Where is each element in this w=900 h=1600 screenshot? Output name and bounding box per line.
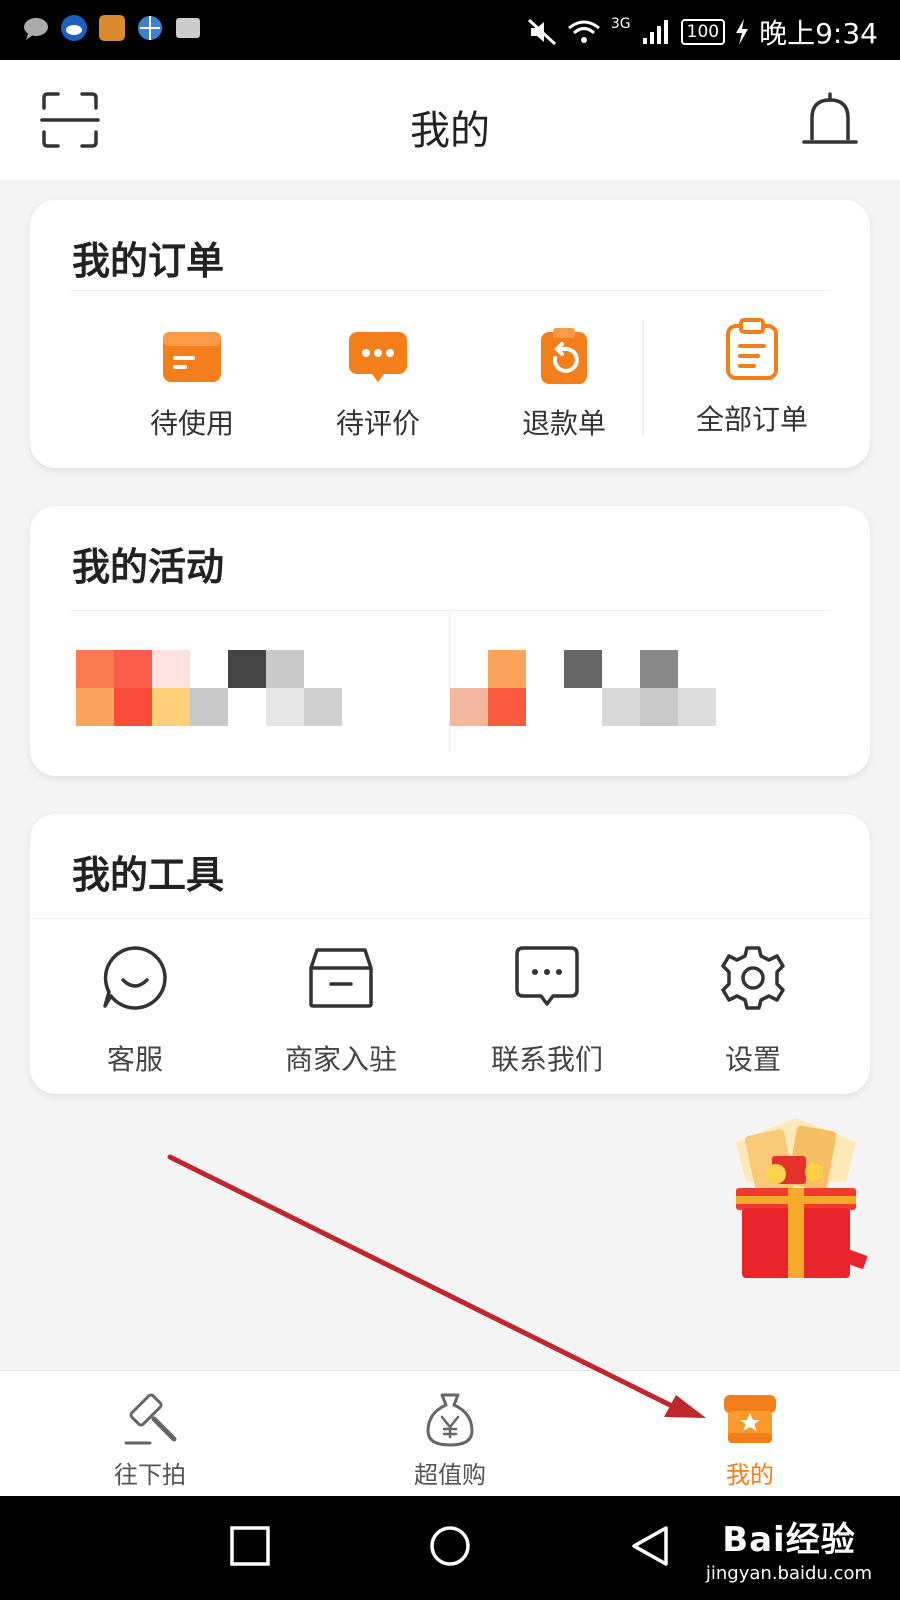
all-orders-button[interactable]: 全部订单 (652, 318, 852, 438)
card-icon (163, 332, 221, 382)
tab-bid-down[interactable]: 往下拍 (50, 1389, 250, 1490)
contact-chat-icon (515, 946, 579, 1006)
tool-contact-us[interactable]: 联系我们 (442, 944, 652, 1078)
watermark-logo: Bai经验 (722, 1520, 856, 1560)
order-label: 退款单 (521, 407, 606, 440)
tool-label: 设置 (724, 1043, 781, 1076)
tool-label: 客服 (106, 1043, 163, 1076)
weather-notification-icon (61, 15, 87, 41)
order-pending-use[interactable]: 待使用 (102, 328, 282, 442)
top-header: 我的 (0, 60, 900, 180)
home-icon[interactable] (428, 1524, 472, 1568)
mute-icon (527, 18, 556, 46)
activity-item-blurred[interactable] (76, 650, 342, 726)
browser-notification-icon (138, 16, 162, 40)
notification-icons (22, 14, 202, 42)
message-notification-icon (24, 18, 48, 40)
customer-service-icon (103, 946, 167, 1010)
activities-card: 我的活动 (30, 506, 870, 776)
network-type: 3G (610, 16, 631, 32)
settings-gear-icon (721, 946, 785, 1010)
refund-icon (541, 328, 587, 384)
order-refund[interactable]: 退款单 (474, 328, 654, 442)
tools-title: 我的工具 (72, 853, 225, 897)
all-orders-label: 全部订单 (695, 403, 808, 436)
orders-card: 我的订单 待使用 待评价 退款单 全部订单 (30, 200, 870, 468)
status-indicators: 3G 100 晚上9:34 (527, 12, 878, 52)
tool-customer-service[interactable]: 客服 (30, 944, 240, 1078)
tab-label: 超值购 (414, 1461, 486, 1489)
back-icon[interactable] (628, 1524, 672, 1568)
bottom-tab-bar: 往下拍 超值购 我的 (0, 1370, 900, 1496)
orders-title: 我的订单 (72, 239, 225, 283)
bell-icon[interactable] (800, 90, 860, 150)
gift-box-icon[interactable] (716, 1112, 876, 1292)
divider (70, 290, 830, 291)
profile-shop-icon (724, 1395, 776, 1443)
order-label: 待评价 (335, 407, 420, 440)
divider (70, 610, 830, 611)
signal-icon (642, 20, 668, 44)
page-title: 我的 (410, 108, 490, 154)
clipboard-icon (726, 318, 778, 380)
tab-label: 我的 (726, 1461, 774, 1489)
app-notification-icon (99, 15, 125, 41)
orders-separator (642, 320, 644, 436)
divider (30, 918, 870, 919)
watermark-url: jingyan.baidu.com (705, 1563, 872, 1584)
tab-value-buy[interactable]: 超值购 (350, 1389, 550, 1490)
wifi-icon (567, 20, 600, 43)
status-bar: 3G 100 晚上9:34 (0, 0, 900, 60)
tool-merchant-join[interactable]: 商家入驻 (236, 944, 446, 1078)
comment-icon (349, 332, 407, 382)
tool-label: 商家入驻 (284, 1043, 397, 1076)
charging-icon (736, 19, 749, 45)
activities-title: 我的活动 (72, 545, 225, 589)
recent-apps-icon[interactable] (228, 1524, 272, 1568)
battery-level: 100 (680, 19, 726, 45)
tool-settings[interactable]: 设置 (648, 944, 858, 1078)
tab-label: 往下拍 (114, 1461, 186, 1489)
system-navigation-bar: Bai经验 jingyan.baidu.com (0, 1496, 900, 1600)
huawei-notification-icon (176, 18, 200, 38)
merchant-box-icon (309, 948, 373, 1008)
activity-item-blurred[interactable] (450, 650, 716, 726)
tool-label: 联系我们 (490, 1043, 603, 1076)
order-label: 待使用 (149, 407, 234, 440)
baidu-watermark: Bai经验 jingyan.baidu.com (706, 1512, 872, 1584)
clock: 晚上9:34 (759, 17, 878, 50)
order-pending-review[interactable]: 待评价 (288, 328, 468, 442)
tools-card: 我的工具 客服 商家入驻 联系我们 设置 (30, 814, 870, 1094)
tab-profile[interactable]: 我的 (650, 1389, 850, 1490)
money-bag-icon (426, 1393, 474, 1447)
gavel-icon (124, 1393, 177, 1445)
